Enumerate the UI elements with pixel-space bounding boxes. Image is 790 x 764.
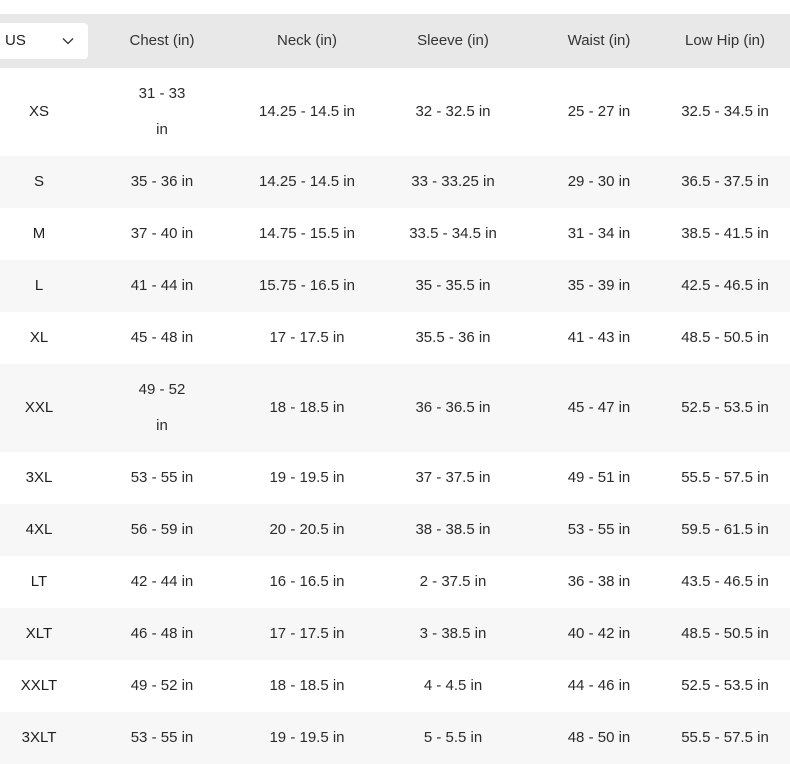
sleeve-cell: 33 - 33.25 in <box>411 173 495 190</box>
neck-cell: 19 - 19.5 in <box>269 469 345 486</box>
low-hip-cell: 36.5 - 37.5 in <box>681 173 769 190</box>
waist-cell: 31 - 34 in <box>567 225 631 242</box>
table-row: S 35 - 36 in 14.25 - 14.5 in 33 - 33.25 … <box>0 156 790 208</box>
size-cell: XXL <box>24 399 54 416</box>
table-row: 3XL 53 - 55 in 19 - 19.5 in 37 - 37.5 in… <box>0 452 790 504</box>
neck-cell: 19 - 19.5 in <box>269 729 345 746</box>
low-hip-cell: 43.5 - 46.5 in <box>681 573 769 590</box>
sleeve-cell: 36 - 36.5 in <box>415 399 491 416</box>
table-row: XLT 46 - 48 in 17 - 17.5 in 3 - 38.5 in … <box>0 608 790 660</box>
chest-cell: 53 - 55 in <box>130 469 194 486</box>
table-row: 4XL 56 - 59 in 20 - 20.5 in 38 - 38.5 in… <box>0 504 790 556</box>
waist-cell: 29 - 30 in <box>567 173 631 190</box>
chest-cell: 46 - 48 in <box>130 625 194 642</box>
chest-cell: 37 - 40 in <box>130 225 194 242</box>
chest-value: 49 - 52 in <box>138 381 186 434</box>
low-hip-cell: 48.5 - 50.5 in <box>681 625 769 642</box>
sleeve-cell: 2 - 37.5 in <box>419 573 487 590</box>
size-cell: XL <box>29 329 49 346</box>
low-hip-cell: 52.5 - 53.5 in <box>681 677 769 694</box>
sleeve-cell: 32 - 32.5 in <box>415 103 491 120</box>
waist-cell: 41 - 43 in <box>567 329 631 346</box>
table-row: XS 31 - 33 in 14.25 - 14.5 in 32 - 32.5 … <box>0 68 790 156</box>
waist-cell: 53 - 55 in <box>567 521 631 538</box>
chest-cell: 49 - 52 in <box>78 364 246 452</box>
waist-cell: 36 - 38 in <box>567 573 631 590</box>
table-row: XXLT 49 - 52 in 18 - 18.5 in 4 - 4.5 in … <box>0 660 790 712</box>
sleeve-cell: 37 - 37.5 in <box>415 469 491 486</box>
sleeve-cell: 3 - 38.5 in <box>419 625 487 642</box>
column-header-low-hip: Low Hip (in) <box>684 32 766 49</box>
sleeve-cell: 4 - 4.5 in <box>423 677 483 694</box>
size-cell: 3XL <box>25 469 53 486</box>
neck-cell: 17 - 17.5 in <box>269 329 345 346</box>
low-hip-cell: 38.5 - 41.5 in <box>681 225 769 242</box>
chest-cell: 42 - 44 in <box>130 573 194 590</box>
waist-cell: 49 - 51 in <box>567 469 631 486</box>
chest-value: 31 - 33 in <box>138 85 186 138</box>
column-header-chest: Chest (in) <box>129 32 195 49</box>
waist-cell: 45 - 47 in <box>567 399 631 416</box>
size-cell: LT <box>30 573 48 590</box>
chest-cell: 45 - 48 in <box>130 329 194 346</box>
size-cell: XS <box>28 103 49 120</box>
neck-cell: 14.25 - 14.5 in <box>259 173 355 190</box>
size-cell: S <box>33 173 44 190</box>
neck-cell: 17 - 17.5 in <box>269 625 345 642</box>
size-cell: 4XL <box>25 521 53 538</box>
neck-cell: 18 - 18.5 in <box>269 399 345 416</box>
table-row: 3XLT 53 - 55 in 19 - 19.5 in 5 - 5.5 in … <box>0 712 790 764</box>
unit-select[interactable]: US <box>0 23 88 59</box>
sleeve-cell: 35 - 35.5 in <box>415 277 491 294</box>
waist-cell: 48 - 50 in <box>567 729 631 746</box>
sleeve-cell: 38 - 38.5 in <box>415 521 491 538</box>
low-hip-cell: 55.5 - 57.5 in <box>681 469 769 486</box>
size-cell: XXLT <box>20 677 58 694</box>
column-header-sleeve: Sleeve (in) <box>417 32 489 49</box>
low-hip-cell: 55.5 - 57.5 in <box>681 729 769 746</box>
column-header-neck: Neck (in) <box>276 32 337 49</box>
low-hip-cell: 59.5 - 61.5 in <box>681 521 769 538</box>
waist-cell: 44 - 46 in <box>567 677 631 694</box>
sleeve-cell: 33.5 - 34.5 in <box>409 225 497 242</box>
neck-cell: 14.25 - 14.5 in <box>259 103 355 120</box>
table-row: L 41 - 44 in 15.75 - 16.5 in 35 - 35.5 i… <box>0 260 790 312</box>
table-row: M 37 - 40 in 14.75 - 15.5 in 33.5 - 34.5… <box>0 208 790 260</box>
waist-cell: 40 - 42 in <box>567 625 631 642</box>
low-hip-cell: 52.5 - 53.5 in <box>681 399 769 416</box>
chest-cell: 31 - 33 in <box>78 68 246 156</box>
neck-cell: 15.75 - 16.5 in <box>259 277 355 294</box>
size-cell: M <box>32 225 46 242</box>
waist-cell: 25 - 27 in <box>567 103 631 120</box>
chest-cell: 49 - 52 in <box>130 677 194 694</box>
size-cell: L <box>34 277 44 294</box>
low-hip-cell: 48.5 - 50.5 in <box>681 329 769 346</box>
chest-cell: 53 - 55 in <box>130 729 194 746</box>
sleeve-cell: 5 - 5.5 in <box>423 729 483 746</box>
column-header-waist: Waist (in) <box>567 32 631 49</box>
size-chart-table: US Chest (in) Neck (in) Sleeve (in) Wais… <box>0 14 790 764</box>
neck-cell: 14.75 - 15.5 in <box>259 225 355 242</box>
unit-select-cell: US <box>0 14 88 68</box>
low-hip-cell: 32.5 - 34.5 in <box>681 103 769 120</box>
size-cell: 3XLT <box>21 729 57 746</box>
chest-cell: 41 - 44 in <box>130 277 194 294</box>
unit-select-value: US <box>5 32 26 49</box>
neck-cell: 18 - 18.5 in <box>269 677 345 694</box>
table-row: LT 42 - 44 in 16 - 16.5 in 2 - 37.5 in 3… <box>0 556 790 608</box>
neck-cell: 16 - 16.5 in <box>269 573 345 590</box>
chest-cell: 35 - 36 in <box>130 173 194 190</box>
sleeve-cell: 35.5 - 36 in <box>415 329 491 346</box>
low-hip-cell: 42.5 - 46.5 in <box>681 277 769 294</box>
size-cell: XLT <box>25 625 53 642</box>
table-row: XXL 49 - 52 in 18 - 18.5 in 36 - 36.5 in… <box>0 364 790 452</box>
table-row: XL 45 - 48 in 17 - 17.5 in 35.5 - 36 in … <box>0 312 790 364</box>
chevron-down-icon <box>62 37 74 45</box>
neck-cell: 20 - 20.5 in <box>269 521 345 538</box>
chest-cell: 56 - 59 in <box>130 521 194 538</box>
waist-cell: 35 - 39 in <box>567 277 631 294</box>
table-header-row: US Chest (in) Neck (in) Sleeve (in) Wais… <box>0 14 790 68</box>
